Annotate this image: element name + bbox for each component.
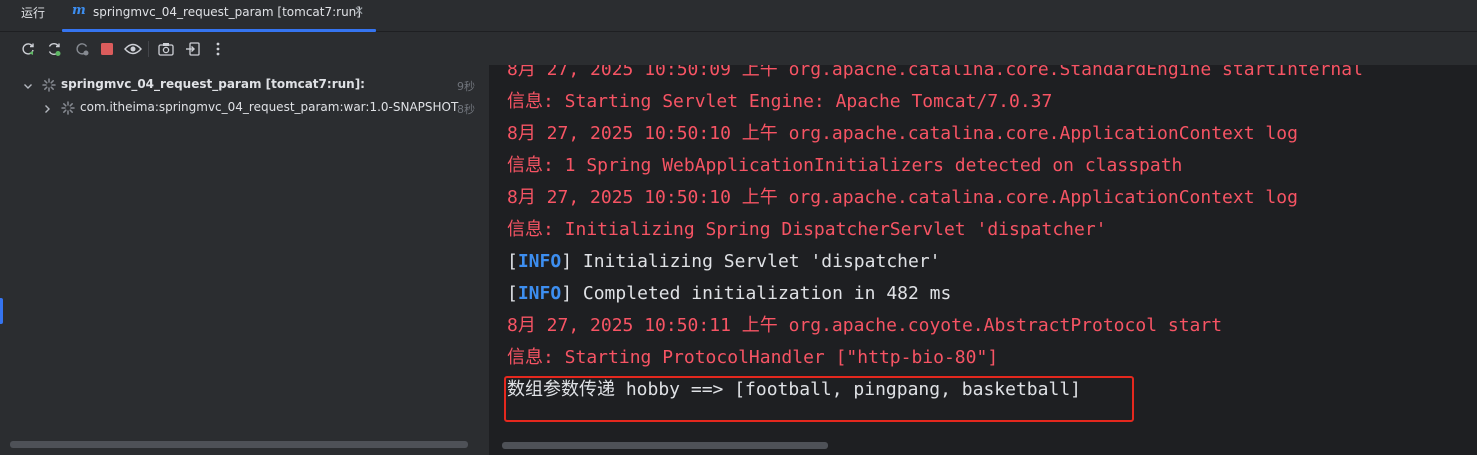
console-line: 8月 27, 2025 10:50:11 上午 org.apache.coyot… — [507, 315, 1223, 336]
highlight-annotation-box — [504, 376, 1134, 422]
chevron-right-icon[interactable] — [41, 100, 53, 113]
bracket: [ — [507, 283, 518, 304]
log-level-label: INFO — [517, 251, 562, 272]
chevron-down-icon[interactable] — [22, 77, 34, 89]
stop-icon[interactable] — [98, 40, 116, 58]
maven-icon: m — [72, 3, 86, 18]
tree-item-label: springmvc_04_request_param [tomcat7:run]… — [61, 77, 365, 91]
run-config-tab-label: springmvc_04_request_param [tomcat7:run] — [93, 5, 361, 19]
view-icon[interactable] — [124, 40, 142, 58]
bracket: [ — [507, 251, 518, 272]
run-config-tab[interactable]: m springmvc_04_request_param [tomcat7:ru… — [62, 0, 376, 32]
tree-horizontal-scrollbar[interactable] — [10, 441, 468, 448]
tree-item-artifact[interactable]: com.itheima:springmvc_04_request_param:w… — [0, 96, 489, 118]
console-horizontal-scrollbar[interactable] — [502, 442, 828, 449]
exit-icon[interactable] — [184, 40, 202, 58]
loading-spinner-icon — [61, 100, 75, 115]
console-line: 8月 27, 2025 10:50:09 上午 org.apache.catal… — [507, 65, 1363, 80]
run-toolbar — [0, 32, 1477, 65]
console-line: 8月 27, 2025 10:50:10 上午 org.apache.catal… — [507, 187, 1298, 208]
rerun-failed-icon[interactable] — [45, 40, 63, 58]
console-line-info: [INFO] Initializing Servlet 'dispatcher' — [507, 251, 941, 273]
log-message: Completed initialization in 482 ms — [572, 283, 952, 304]
run-tree-panel: springmvc_04_request_param [tomcat7:run]… — [0, 65, 489, 455]
bracket: ] — [561, 283, 573, 304]
console-line-info: [INFO] Completed initialization in 482 m… — [507, 283, 951, 305]
console-line: 信息: Starting Servlet Engine: Apache Tomc… — [507, 91, 1053, 112]
loading-spinner-icon — [42, 77, 56, 92]
more-options-icon[interactable] — [209, 40, 227, 58]
panel-title: 运行 — [21, 6, 46, 20]
toolbar-separator — [148, 41, 149, 57]
console-line: 8月 27, 2025 10:50:10 上午 org.apache.catal… — [507, 123, 1298, 144]
camera-icon[interactable] — [157, 40, 175, 58]
run-tab-bar: 运行 m springmvc_04_request_param [tomcat7… — [0, 0, 1477, 32]
tree-item-label: com.itheima:springmvc_04_request_param:w… — [80, 100, 459, 114]
rerun-icon[interactable] — [19, 40, 37, 58]
console-line: 信息: Starting ProtocolHandler ["http-bio-… — [507, 347, 999, 368]
tree-item-duration: 9秒 — [457, 80, 475, 93]
run-tool-window: 运行 m springmvc_04_request_param [tomcat7… — [0, 0, 1477, 455]
tree-item-duration: 8秒 — [457, 103, 475, 116]
log-level-label: INFO — [517, 283, 562, 304]
log-message: Initializing Servlet 'dispatcher' — [572, 251, 941, 272]
bracket: ] — [561, 251, 573, 272]
side-panel-marker — [0, 298, 3, 324]
console-output[interactable]: 8月 27, 2025 10:50:09 上午 org.apache.catal… — [490, 65, 1477, 455]
close-tab-icon[interactable]: ✕ — [354, 4, 364, 18]
console-line: 信息: Initializing Spring DispatcherServle… — [507, 219, 1107, 240]
tree-item-run-config[interactable]: springmvc_04_request_param [tomcat7:run]… — [0, 73, 489, 95]
debug-rerun-icon[interactable] — [73, 40, 91, 58]
console-line: 信息: 1 Spring WebApplicationInitializers … — [507, 155, 1183, 176]
